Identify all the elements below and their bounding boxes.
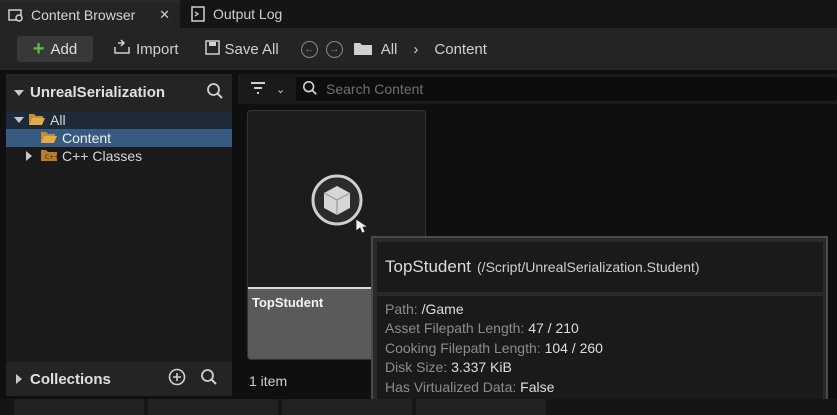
sources-panel: UnrealSerialization All Content C++ C++ … bbox=[6, 74, 232, 396]
bottom-tab[interactable] bbox=[148, 399, 278, 415]
import-button[interactable]: Import bbox=[107, 39, 185, 59]
toolbar: + Add Import Save All ← → All › Content bbox=[0, 28, 837, 70]
tooltip-key: Disk Size: bbox=[385, 359, 448, 376]
add-button[interactable]: + Add bbox=[17, 36, 93, 62]
save-icon bbox=[204, 39, 220, 59]
project-root-label: UnrealSerialization bbox=[30, 84, 166, 101]
tooltip-row-disk-size: Disk Size: 3.337 KiB bbox=[385, 358, 815, 377]
breadcrumb-all[interactable]: All bbox=[381, 41, 398, 58]
tooltip-key: Has Virtualized Data: bbox=[385, 378, 517, 395]
bottom-tab[interactable] bbox=[14, 399, 144, 415]
collections-header[interactable]: Collections bbox=[6, 362, 232, 396]
tooltip-key: Path: bbox=[385, 301, 418, 317]
tooltip-class-path: (/Script/UnrealSerialization.Student) bbox=[477, 259, 700, 275]
chevron-right-icon: › bbox=[413, 40, 419, 58]
save-all-button[interactable]: Save All bbox=[199, 39, 285, 59]
tooltip-row-cooking-filepath-length: Cooking Filepath Length: 104 / 260 bbox=[385, 339, 815, 358]
tree-item-all[interactable]: All bbox=[6, 111, 232, 129]
filter-search-row: ⌄ Search Content bbox=[238, 74, 837, 104]
tree-item-content[interactable]: Content bbox=[6, 129, 232, 147]
chevron-down-icon[interactable]: ⌄ bbox=[276, 83, 285, 96]
search-input[interactable]: Search Content bbox=[296, 77, 837, 101]
tooltip-key: Cooking Filepath Length: bbox=[385, 339, 541, 356]
content-browser-icon bbox=[8, 7, 24, 23]
cpp-folder-icon: C++ bbox=[40, 148, 59, 165]
tree-item-label: C++ Classes bbox=[62, 148, 143, 164]
folder-icon bbox=[353, 40, 373, 59]
open-folder-icon bbox=[40, 130, 58, 147]
tab-bar: Content Browser ✕ Output Log bbox=[0, 0, 837, 28]
tree-item-cpp-classes[interactable]: C++ C++ Classes bbox=[6, 147, 232, 165]
search-placeholder: Search Content bbox=[326, 81, 424, 97]
search-icon[interactable] bbox=[206, 82, 224, 104]
tooltip-row-asset-filepath-length: Asset Filepath Length: 47 / 210 bbox=[385, 319, 815, 338]
forward-arrow-icon[interactable]: → bbox=[325, 40, 343, 58]
hand-cursor-icon bbox=[355, 218, 370, 234]
import-label: Import bbox=[136, 40, 179, 58]
expand-triangle-icon[interactable] bbox=[26, 151, 32, 161]
import-icon bbox=[113, 39, 131, 59]
asset-tooltip: TopStudent (/Script/UnrealSerialization.… bbox=[371, 236, 828, 408]
tab-label: Output Log bbox=[213, 6, 283, 22]
tooltip-row-virtualized-data: Has Virtualized Data: False bbox=[385, 378, 815, 397]
tab-label: Content Browser bbox=[31, 7, 136, 23]
tooltip-details: Path: /Game Asset Filepath Length: 47 / … bbox=[377, 296, 823, 400]
back-arrow-icon[interactable]: ← bbox=[300, 40, 318, 58]
tab-content-browser[interactable]: Content Browser ✕ bbox=[0, 0, 180, 28]
tooltip-value: 104 / 260 bbox=[544, 339, 603, 356]
add-circle-icon[interactable] bbox=[168, 368, 186, 390]
bottom-tab[interactable] bbox=[282, 399, 412, 415]
sources-header[interactable]: UnrealSerialization bbox=[6, 74, 232, 111]
collapse-triangle-icon[interactable] bbox=[14, 89, 24, 96]
expand-triangle-icon[interactable] bbox=[16, 374, 22, 384]
bottom-tab[interactable] bbox=[416, 399, 546, 415]
collections-label: Collections bbox=[30, 370, 111, 388]
svg-text:C++: C++ bbox=[45, 154, 58, 161]
output-log-icon bbox=[190, 6, 206, 22]
tooltip-value: 47 / 210 bbox=[528, 320, 579, 337]
tooltip-row-path: Path: /Game bbox=[385, 300, 815, 319]
tree-item-label: Content bbox=[62, 130, 112, 146]
tooltip-value: /Game bbox=[421, 301, 464, 317]
open-folder-icon bbox=[28, 112, 46, 129]
tooltip-asset-name: TopStudent bbox=[385, 257, 472, 276]
tree-item-label: All bbox=[50, 112, 66, 128]
item-count: 1 item bbox=[249, 373, 288, 389]
close-icon[interactable]: ✕ bbox=[159, 7, 170, 23]
tooltip-value: 3.337 KiB bbox=[451, 359, 512, 376]
search-icon bbox=[302, 80, 318, 99]
tooltip-key: Asset Filepath Length: bbox=[385, 320, 525, 337]
folder-tree: All Content C++ C++ Classes bbox=[6, 111, 232, 165]
expand-triangle-icon[interactable] bbox=[14, 117, 24, 123]
add-label: Add bbox=[50, 40, 78, 58]
breadcrumb-content[interactable]: Content bbox=[434, 41, 487, 58]
tooltip-header: TopStudent (/Script/UnrealSerialization.… bbox=[377, 242, 823, 292]
filter-icon[interactable] bbox=[250, 81, 270, 98]
bottom-tab-strip bbox=[0, 399, 837, 415]
tooltip-value: False bbox=[520, 378, 555, 395]
search-icon[interactable] bbox=[200, 368, 218, 390]
tab-output-log[interactable]: Output Log bbox=[180, 0, 293, 28]
plus-icon: + bbox=[32, 38, 45, 60]
save-all-label: Save All bbox=[224, 40, 279, 58]
